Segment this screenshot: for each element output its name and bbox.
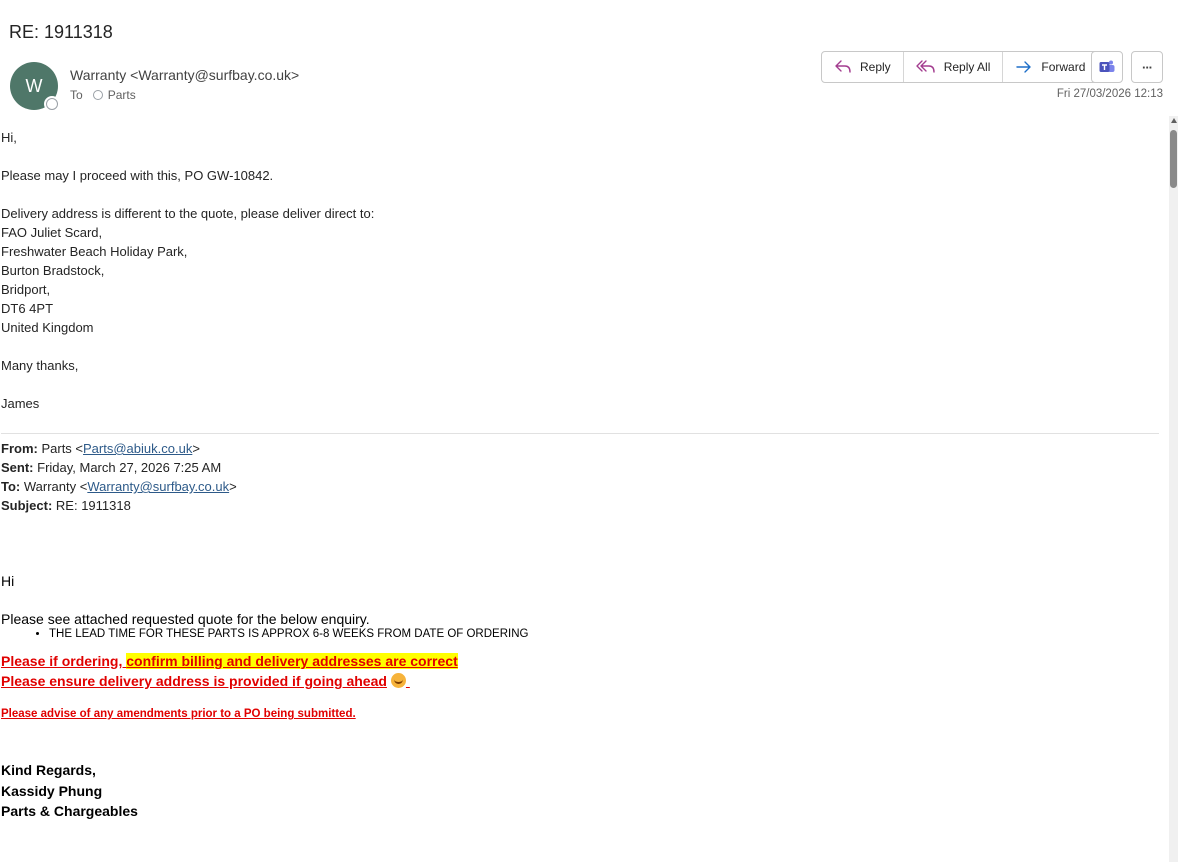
lead-time-list: THE LEAD TIME FOR THESE PARTS IS APPROX … — [1, 628, 1161, 640]
body-line-po: Please may I proceed with this, PO GW-10… — [1, 168, 274, 183]
quoted-line: Please see attached requested quote for … — [1, 611, 370, 627]
more-icon: ··· — [1142, 59, 1153, 75]
body-greeting: Hi, — [1, 130, 17, 145]
recipient-line: To Parts — [70, 88, 136, 102]
body-thanks: Many thanks, — [1, 358, 79, 373]
message-body: Hi, Please may I proceed with this, PO G… — [1, 128, 1161, 413]
warning-line-billing: Please if ordering, confirm billing and … — [1, 653, 458, 669]
from-email-link[interactable]: Parts@abiuk.co.uk — [83, 441, 192, 456]
to-label: To — [70, 88, 83, 102]
address-line: FAO Juliet Scard, — [1, 225, 103, 240]
warning-line-amendments: Please advise of any amendments prior to… — [1, 708, 356, 720]
presence-status-icon — [46, 98, 58, 110]
forward-button[interactable]: Forward — [1003, 52, 1097, 82]
address-line: Burton Bradstock, — [1, 263, 105, 278]
quoted-greeting: Hi — [1, 573, 15, 589]
reply-all-icon — [915, 60, 935, 73]
reply-all-button[interactable]: Reply All — [904, 52, 1004, 82]
forward-icon — [1016, 61, 1032, 73]
recipient-name[interactable]: Parts — [108, 88, 136, 102]
reply-button[interactable]: Reply — [822, 52, 904, 82]
scroll-up-arrow-icon[interactable] — [1171, 118, 1177, 123]
body-signoff: James — [1, 396, 40, 411]
lead-time-item: THE LEAD TIME FOR THESE PARTS IS APPROX … — [49, 628, 1161, 640]
recipient-presence-icon — [92, 90, 103, 100]
warning-line-delivery: Please ensure delivery address is provid… — [1, 673, 1161, 689]
signature: Kind Regards, Kassidy Phung Parts & Char… — [1, 762, 138, 819]
email-subject: RE: 1911318 — [9, 22, 113, 42]
quoted-header: From: Parts <Parts@abiuk.co.uk> Sent: Fr… — [1, 441, 237, 513]
message-datetime: Fri 27/03/2026 12:13 — [1056, 88, 1163, 100]
scrollbar[interactable] — [1169, 116, 1178, 862]
quoted-body: Hi Please see attached requested quote f… — [1, 573, 1161, 822]
sender-name[interactable]: Warranty <Warranty@surfbay.co.uk> — [70, 67, 299, 83]
teams-button[interactable] — [1091, 51, 1123, 83]
scrollbar-thumb[interactable] — [1170, 130, 1177, 188]
message-action-group: Reply Reply All Forward — [821, 51, 1099, 83]
quoted-divider — [1, 433, 1159, 434]
body-line-delivery: Delivery address is different to the quo… — [1, 206, 375, 221]
smiley-emoji-icon — [390, 673, 406, 688]
teams-icon — [1099, 60, 1115, 72]
reply-icon — [835, 60, 851, 73]
to-email-link[interactable]: Warranty@surfbay.co.uk — [87, 479, 229, 494]
address-line: Bridport, — [1, 282, 51, 297]
address-line: DT6 4PT — [1, 301, 54, 316]
address-line: United Kingdom — [1, 320, 94, 335]
highlighted-text: confirm billing and delivery addresses a… — [126, 653, 458, 669]
more-actions-button[interactable]: ··· — [1131, 51, 1163, 83]
address-line: Freshwater Beach Holiday Park, — [1, 244, 188, 259]
